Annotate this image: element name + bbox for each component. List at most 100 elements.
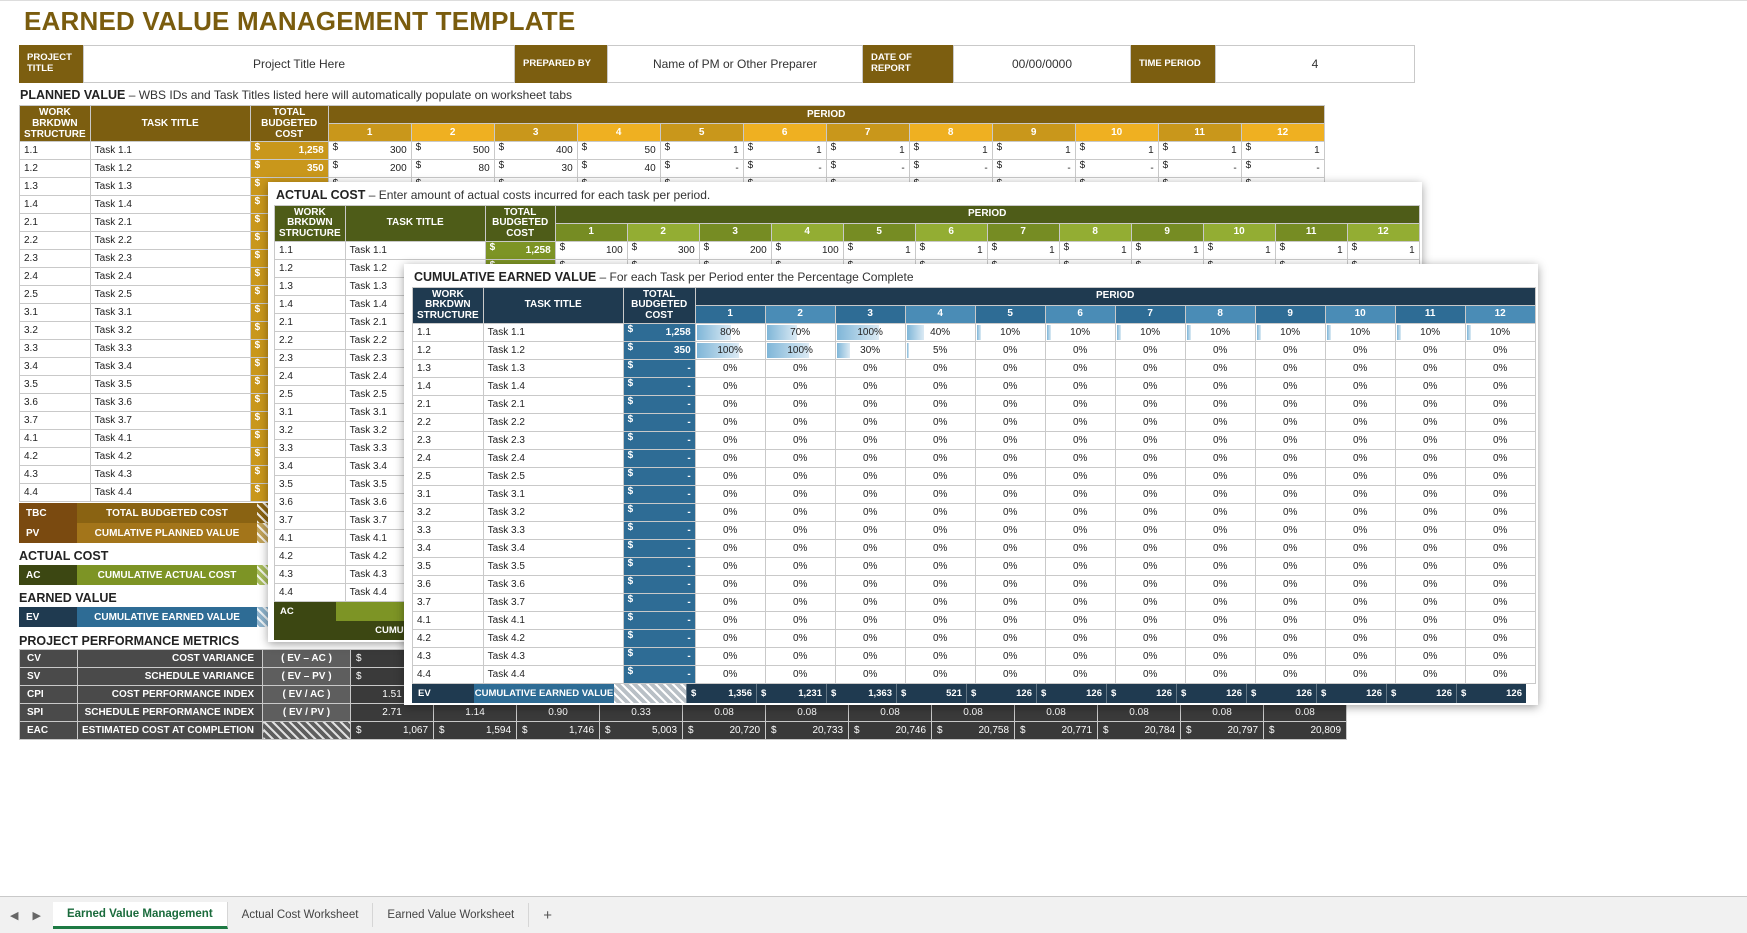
wbs-id[interactable]: 2.3 <box>413 432 484 450</box>
task-title[interactable]: Task 4.1 <box>90 430 250 448</box>
table-cell[interactable]: $- <box>826 160 909 178</box>
table-cell[interactable]: $350 <box>250 160 328 178</box>
percent-cell[interactable]: 0% <box>1115 540 1185 558</box>
table-cell[interactable]: $40 <box>577 160 660 178</box>
sheet-tab-0[interactable]: Earned Value Management <box>53 902 228 929</box>
percent-cell[interactable]: 0% <box>905 450 975 468</box>
percent-cell[interactable]: 0% <box>835 396 905 414</box>
wbs-id[interactable]: 2.2 <box>413 414 484 432</box>
percent-cell[interactable]: 0% <box>765 648 835 666</box>
percent-cell[interactable]: 0% <box>1255 504 1325 522</box>
task-title[interactable]: Task 1.4 <box>90 196 250 214</box>
percent-cell[interactable]: 0% <box>1045 468 1115 486</box>
task-title[interactable]: Task 3.5 <box>483 558 623 576</box>
percent-cell[interactable]: 0% <box>1465 468 1535 486</box>
percent-cell[interactable]: 0% <box>905 378 975 396</box>
percent-cell[interactable]: 0% <box>1395 360 1465 378</box>
table-cell[interactable]: $- <box>623 396 695 414</box>
percent-cell[interactable]: 100% <box>765 342 835 360</box>
percent-cell[interactable]: 0% <box>835 432 905 450</box>
table-cell[interactable]: $- <box>623 612 695 630</box>
percent-cell[interactable]: 0% <box>695 378 765 396</box>
percent-cell[interactable]: 0% <box>1465 630 1535 648</box>
table-cell[interactable]: $1 <box>1075 142 1158 160</box>
percent-cell[interactable]: 0% <box>1325 504 1395 522</box>
percent-cell[interactable]: 0% <box>1185 378 1255 396</box>
percent-cell[interactable]: 0% <box>1185 612 1255 630</box>
table-cell[interactable]: $100 <box>555 242 627 260</box>
percent-cell[interactable]: 0% <box>1325 432 1395 450</box>
percent-cell[interactable]: 0% <box>1115 612 1185 630</box>
percent-cell[interactable]: 5% <box>905 342 975 360</box>
percent-cell[interactable]: 0% <box>1255 612 1325 630</box>
date-of-report-value[interactable]: 00/00/0000 <box>953 45 1131 83</box>
percent-cell[interactable]: 0% <box>835 414 905 432</box>
percent-cell[interactable]: 0% <box>1465 594 1535 612</box>
percent-cell[interactable]: 10% <box>1465 324 1535 342</box>
percent-cell[interactable]: 0% <box>1185 522 1255 540</box>
percent-cell[interactable]: 0% <box>695 630 765 648</box>
percent-cell[interactable]: 0% <box>1185 360 1255 378</box>
percent-cell[interactable]: 0% <box>905 558 975 576</box>
percent-cell[interactable]: 0% <box>1115 504 1185 522</box>
table-cell[interactable]: $1 <box>992 142 1075 160</box>
percent-cell[interactable]: 0% <box>905 648 975 666</box>
percent-cell[interactable]: 0% <box>1045 576 1115 594</box>
wbs-id[interactable]: 4.4 <box>275 584 346 602</box>
table-cell[interactable]: $1,258 <box>485 242 555 260</box>
table-cell[interactable]: $- <box>909 160 992 178</box>
percent-cell[interactable]: 0% <box>1045 360 1115 378</box>
wbs-id[interactable]: 1.1 <box>275 242 346 260</box>
table-cell[interactable]: $1 <box>1059 242 1131 260</box>
percent-cell[interactable]: 0% <box>695 558 765 576</box>
wbs-id[interactable]: 1.1 <box>413 324 484 342</box>
wbs-id[interactable]: 4.2 <box>20 448 91 466</box>
wbs-id[interactable]: 4.1 <box>20 430 91 448</box>
wbs-id[interactable]: 3.2 <box>275 422 346 440</box>
wbs-id[interactable]: 3.6 <box>413 576 484 594</box>
table-cell[interactable]: $- <box>623 378 695 396</box>
percent-cell[interactable]: 0% <box>1115 630 1185 648</box>
table-cell[interactable]: $- <box>623 360 695 378</box>
table-cell[interactable]: $1 <box>843 242 915 260</box>
percent-cell[interactable]: 0% <box>765 396 835 414</box>
wbs-id[interactable]: 4.1 <box>275 530 346 548</box>
percent-cell[interactable]: 0% <box>1185 468 1255 486</box>
percent-cell[interactable]: 0% <box>1325 594 1395 612</box>
percent-cell[interactable]: 0% <box>695 450 765 468</box>
wbs-id[interactable]: 2.2 <box>275 332 346 350</box>
table-cell[interactable]: $- <box>623 504 695 522</box>
percent-cell[interactable]: 0% <box>1255 342 1325 360</box>
percent-cell[interactable]: 0% <box>1185 414 1255 432</box>
percent-cell[interactable]: 0% <box>765 432 835 450</box>
percent-cell[interactable]: 0% <box>695 432 765 450</box>
percent-cell[interactable]: 0% <box>1115 522 1185 540</box>
task-title[interactable]: Task 3.3 <box>90 340 250 358</box>
percent-cell[interactable]: 10% <box>1395 324 1465 342</box>
percent-cell[interactable]: 0% <box>1325 360 1395 378</box>
task-title[interactable]: Task 4.3 <box>483 648 623 666</box>
task-title[interactable]: Task 3.5 <box>90 376 250 394</box>
wbs-id[interactable]: 2.2 <box>20 232 91 250</box>
percent-cell[interactable]: 0% <box>1185 486 1255 504</box>
percent-cell[interactable]: 0% <box>1045 666 1115 684</box>
table-cell[interactable]: $- <box>1075 160 1158 178</box>
percent-cell[interactable]: 0% <box>1395 504 1465 522</box>
percent-cell[interactable]: 0% <box>1045 450 1115 468</box>
percent-cell[interactable]: 0% <box>1185 558 1255 576</box>
task-title[interactable]: Task 2.4 <box>483 450 623 468</box>
percent-cell[interactable]: 0% <box>765 594 835 612</box>
percent-cell[interactable]: 0% <box>835 576 905 594</box>
table-cell[interactable]: $500 <box>411 142 494 160</box>
percent-cell[interactable]: 0% <box>1395 342 1465 360</box>
wbs-id[interactable]: 4.4 <box>413 666 484 684</box>
percent-cell[interactable]: 0% <box>1465 486 1535 504</box>
percent-cell[interactable]: 0% <box>835 378 905 396</box>
table-cell[interactable]: $1 <box>1131 242 1203 260</box>
percent-cell[interactable]: 0% <box>975 540 1045 558</box>
table-cell[interactable]: $200 <box>699 242 771 260</box>
percent-cell[interactable]: 0% <box>1115 450 1185 468</box>
percent-cell[interactable]: 0% <box>975 666 1045 684</box>
percent-cell[interactable]: 0% <box>1395 378 1465 396</box>
percent-cell[interactable]: 0% <box>1115 342 1185 360</box>
